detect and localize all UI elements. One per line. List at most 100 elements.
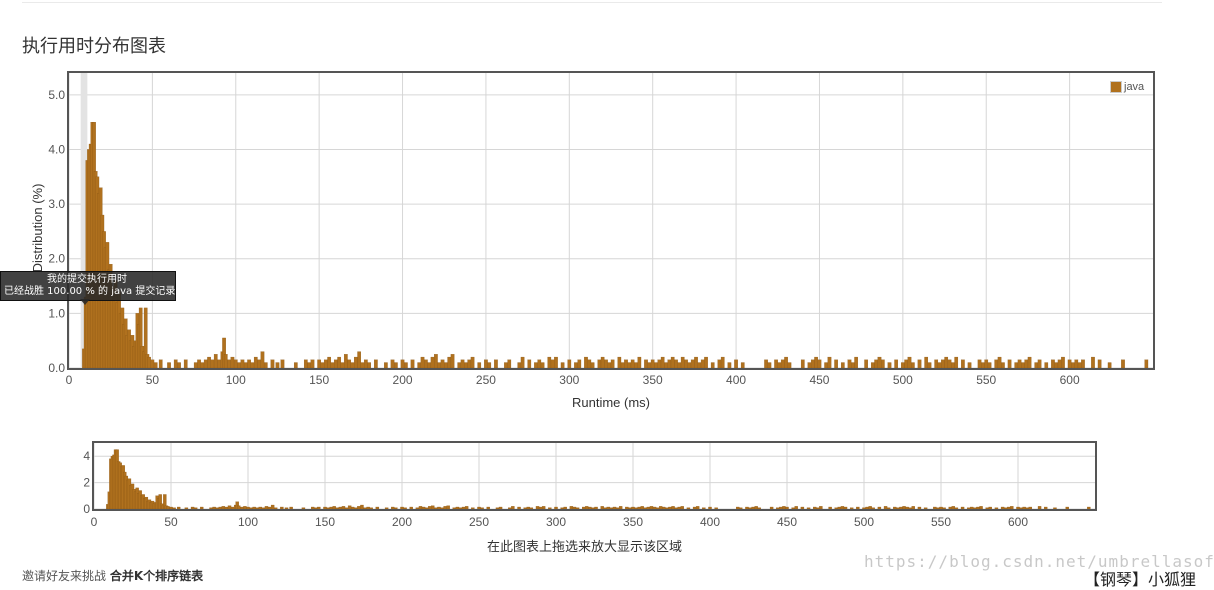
histogram-bar	[252, 506, 256, 510]
histogram-bar	[745, 506, 749, 510]
histogram-bar	[652, 506, 657, 510]
histogram-bar	[779, 506, 783, 510]
histogram-bar	[431, 505, 435, 510]
histogram-bar	[617, 356, 622, 369]
histogram-bar	[350, 362, 355, 369]
histogram-bar	[630, 359, 635, 369]
histogram-bar	[923, 507, 928, 510]
histogram-bar	[237, 505, 241, 510]
histogram-bar	[720, 356, 725, 369]
x-tick-label: 400	[726, 373, 746, 387]
histogram-bar	[834, 507, 838, 510]
histogram-bar	[1017, 359, 1022, 369]
histogram-bar	[896, 507, 900, 510]
histogram-bar	[263, 362, 268, 369]
histogram-bar	[455, 506, 460, 510]
histogram-bar	[1037, 506, 1042, 510]
histogram-bar	[620, 362, 625, 369]
histogram-bar	[985, 507, 989, 510]
histogram-bar	[659, 506, 663, 510]
histogram-bar	[942, 507, 946, 510]
histogram-bar	[1025, 507, 1029, 510]
histogram-bar	[183, 359, 188, 369]
histogram-bar	[541, 506, 546, 510]
histogram-bar	[590, 362, 595, 369]
problem-link[interactable]: 合并K个排序链表	[110, 569, 203, 583]
histogram-bar	[937, 362, 942, 369]
histogram-bar	[511, 506, 515, 510]
main-x-ticks: 0 50 100 150 200 250 300 350 400 450 500 550 600	[66, 373, 1080, 387]
histogram-bar	[948, 506, 952, 510]
histogram-bar	[207, 356, 211, 369]
histogram-bar	[902, 506, 906, 510]
histogram-bar	[680, 356, 685, 369]
x-tick-label: 200	[392, 515, 412, 529]
histogram-bar	[540, 362, 545, 369]
histogram-bar	[604, 359, 608, 369]
challenge-footer: 邀请好友来挑战 合并K个排序链表	[22, 567, 203, 584]
tooltip-pointer	[80, 299, 90, 305]
histogram-bar	[667, 359, 672, 369]
histogram-bar	[674, 359, 678, 369]
histogram-bar	[769, 506, 774, 510]
histogram-bar	[947, 359, 952, 369]
histogram-bar	[784, 356, 788, 369]
histogram-bar	[341, 506, 346, 510]
histogram-bar	[173, 359, 178, 369]
histogram-bar	[415, 507, 420, 510]
histogram-bar	[979, 506, 983, 510]
histogram-bar	[591, 507, 595, 510]
histogram-bar	[994, 359, 999, 369]
histogram-bar	[274, 507, 278, 510]
legend-swatch-java	[1110, 81, 1122, 93]
histogram-bar	[563, 506, 567, 510]
histogram-bar	[877, 356, 882, 369]
histogram-bar	[458, 507, 463, 510]
histogram-bar	[224, 506, 229, 510]
x-tick-label: 350	[643, 373, 663, 387]
histogram-bar	[905, 506, 909, 510]
runtime-distribution-chart[interactable]: 0 50 100 150 200 250 300 350 400 450 500 550 600 0.0…	[0, 0, 1214, 582]
histogram-bar	[607, 362, 612, 369]
histogram-bar	[674, 507, 678, 510]
histogram-bar	[227, 505, 232, 510]
histogram-bar	[840, 362, 845, 369]
histogram-bar	[150, 359, 155, 369]
histogram-bar	[200, 362, 205, 369]
histogram-bar	[643, 507, 648, 510]
histogram-bar	[624, 359, 628, 369]
overview-plot-frame[interactable]	[92, 441, 1097, 511]
histogram-bar	[434, 507, 438, 510]
histogram-bar	[366, 506, 370, 510]
histogram-bar	[172, 507, 176, 510]
x-tick-label: 350	[623, 515, 643, 529]
overview-x-ticks: 0 50 100 150 200 250 300 350 400 450 500 550 600	[91, 515, 1029, 529]
histogram-bar	[757, 507, 761, 510]
histogram-bar	[253, 356, 258, 369]
histogram-bar	[249, 507, 253, 510]
histogram-bar	[310, 359, 315, 369]
histogram-bar	[827, 356, 832, 369]
histogram-bar	[734, 359, 738, 369]
histogram-bar	[670, 356, 675, 369]
histogram-bar	[700, 359, 705, 369]
histogram-bar	[400, 359, 405, 369]
histogram-bar	[899, 506, 903, 510]
histogram-bar	[854, 356, 858, 369]
histogram-bar	[911, 362, 915, 369]
histogram-bar	[984, 359, 989, 369]
legend[interactable]: java	[1110, 80, 1145, 94]
histogram-bar	[954, 507, 959, 510]
histogram-bar	[320, 362, 325, 369]
histogram-bar	[776, 507, 780, 510]
x-tick-label: 450	[777, 515, 797, 529]
histogram-bar	[275, 362, 280, 369]
histogram-bar	[1014, 362, 1019, 369]
histogram-bar	[363, 507, 367, 510]
histogram-bar	[874, 359, 878, 369]
histogram-bar	[610, 359, 615, 369]
histogram-bar	[280, 506, 284, 510]
histogram-bar	[939, 506, 943, 510]
histogram-bar	[200, 506, 204, 510]
histogram-bar	[209, 507, 213, 510]
